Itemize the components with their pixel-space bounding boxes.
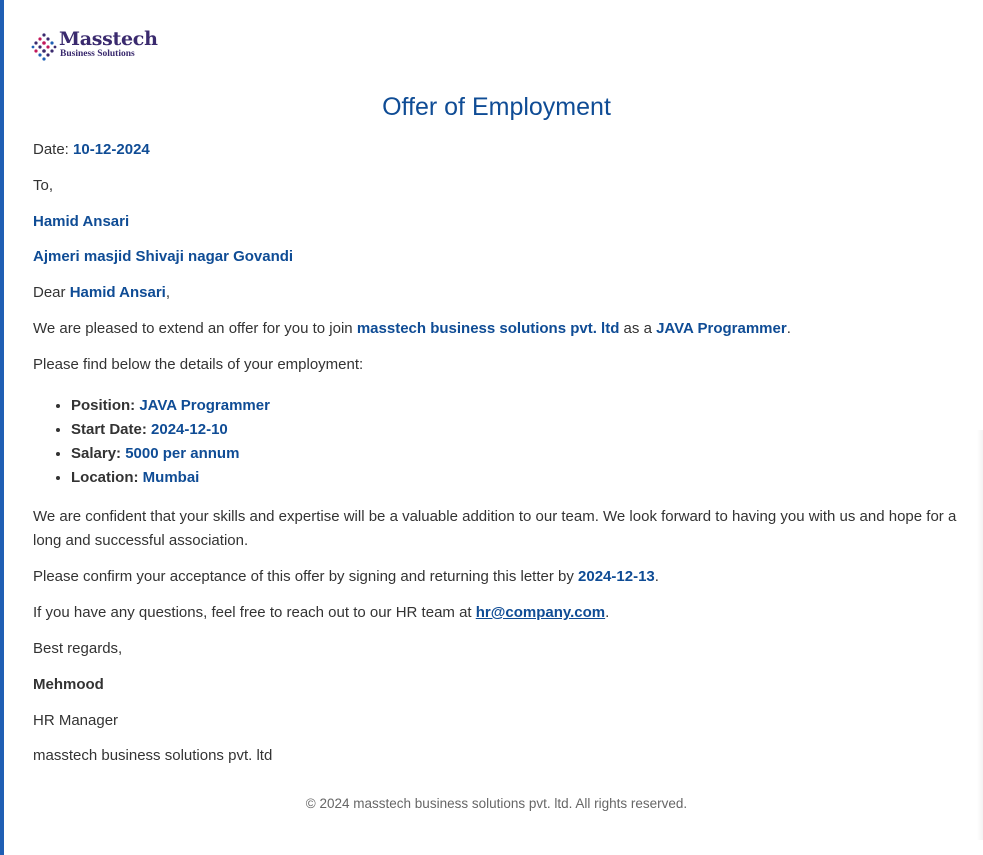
salutation-name: Hamid Ansari: [69, 284, 166, 301]
intro-text-3: .: [786, 320, 791, 337]
date-value: 10-12-2024: [73, 141, 150, 158]
detail-label: Location:: [71, 469, 143, 486]
detail-label: Start Date:: [71, 421, 152, 438]
hr-email-link[interactable]: hr@company.com: [476, 604, 605, 621]
signer-company: masstech business solutions pvt. ltd: [33, 747, 273, 764]
salutation-suffix: ,: [165, 284, 170, 301]
intro-position: JAVA Programmer: [656, 320, 787, 337]
salutation: Dear Hamid Ansari,: [33, 283, 170, 303]
confirm-paragraph: Please confirm your acceptance of this o…: [33, 567, 659, 587]
date-label: Date:: [33, 141, 74, 158]
intro-paragraph: We are pleased to extend an offer for yo…: [33, 319, 791, 339]
left-accent-rule: [0, 0, 4, 855]
detail-label: Position:: [71, 397, 140, 414]
signer-role: HR Manager: [33, 712, 119, 729]
page-title: Offer of Employment: [382, 93, 611, 121]
date-line: Date: 10-12-2024: [33, 140, 150, 160]
to-label: To,: [33, 177, 54, 194]
recipient-name: Hamid Ansari: [33, 213, 130, 230]
recipient-address: Ajmeri masjid Shivaji nagar Govandi: [33, 248, 294, 265]
detail-value: JAVA Programmer: [139, 397, 270, 414]
logo-subtitle: Business Solutions: [60, 49, 135, 59]
questions-text-2: .: [605, 604, 610, 621]
page-edge-shadow: [977, 430, 983, 840]
detail-value: 2024-12-10: [151, 421, 228, 438]
intro-text-2: as a: [619, 320, 657, 337]
company-logo: Masstech Business Solutions: [31, 30, 158, 64]
signer-name: Mehmood: [33, 676, 104, 693]
confirm-text-2: .: [654, 568, 659, 585]
intro-company: masstech business solutions pvt. ltd: [356, 320, 620, 337]
detail-item-location: Location: Mumbai: [71, 466, 270, 490]
footer-copyright: © 2024 masstech business solutions pvt. …: [305, 796, 688, 811]
logo-dots-icon: [31, 33, 57, 61]
detail-item-position: Position: JAVA Programmer: [71, 394, 270, 418]
confidence-paragraph: We are confident that your skills and ex…: [33, 508, 957, 549]
logo-text: Masstech Business Solutions: [59, 30, 158, 60]
detail-value: Mumbai: [142, 469, 200, 486]
confirm-deadline: 2024-12-13: [578, 568, 655, 585]
questions-paragraph: If you have any questions, feel free to …: [33, 603, 609, 623]
closing-line: Best regards,: [33, 640, 123, 657]
detail-label: Salary:: [71, 445, 126, 462]
employment-details-list: Position: JAVA Programmer Start Date: 20…: [33, 394, 270, 490]
salutation-prefix: Dear: [33, 284, 70, 301]
questions-text-1: If you have any questions, feel free to …: [33, 604, 476, 621]
confirm-text-1: Please confirm your acceptance of this o…: [33, 568, 579, 585]
detail-value: 5000 per annum: [125, 445, 240, 462]
details-intro: Please find below the details of your em…: [33, 356, 364, 373]
detail-item-salary: Salary: 5000 per annum: [71, 442, 270, 466]
intro-text-1: We are pleased to extend an offer for yo…: [33, 320, 357, 337]
detail-item-start-date: Start Date: 2024-12-10: [71, 418, 270, 442]
logo-name: Masstech: [59, 28, 158, 50]
